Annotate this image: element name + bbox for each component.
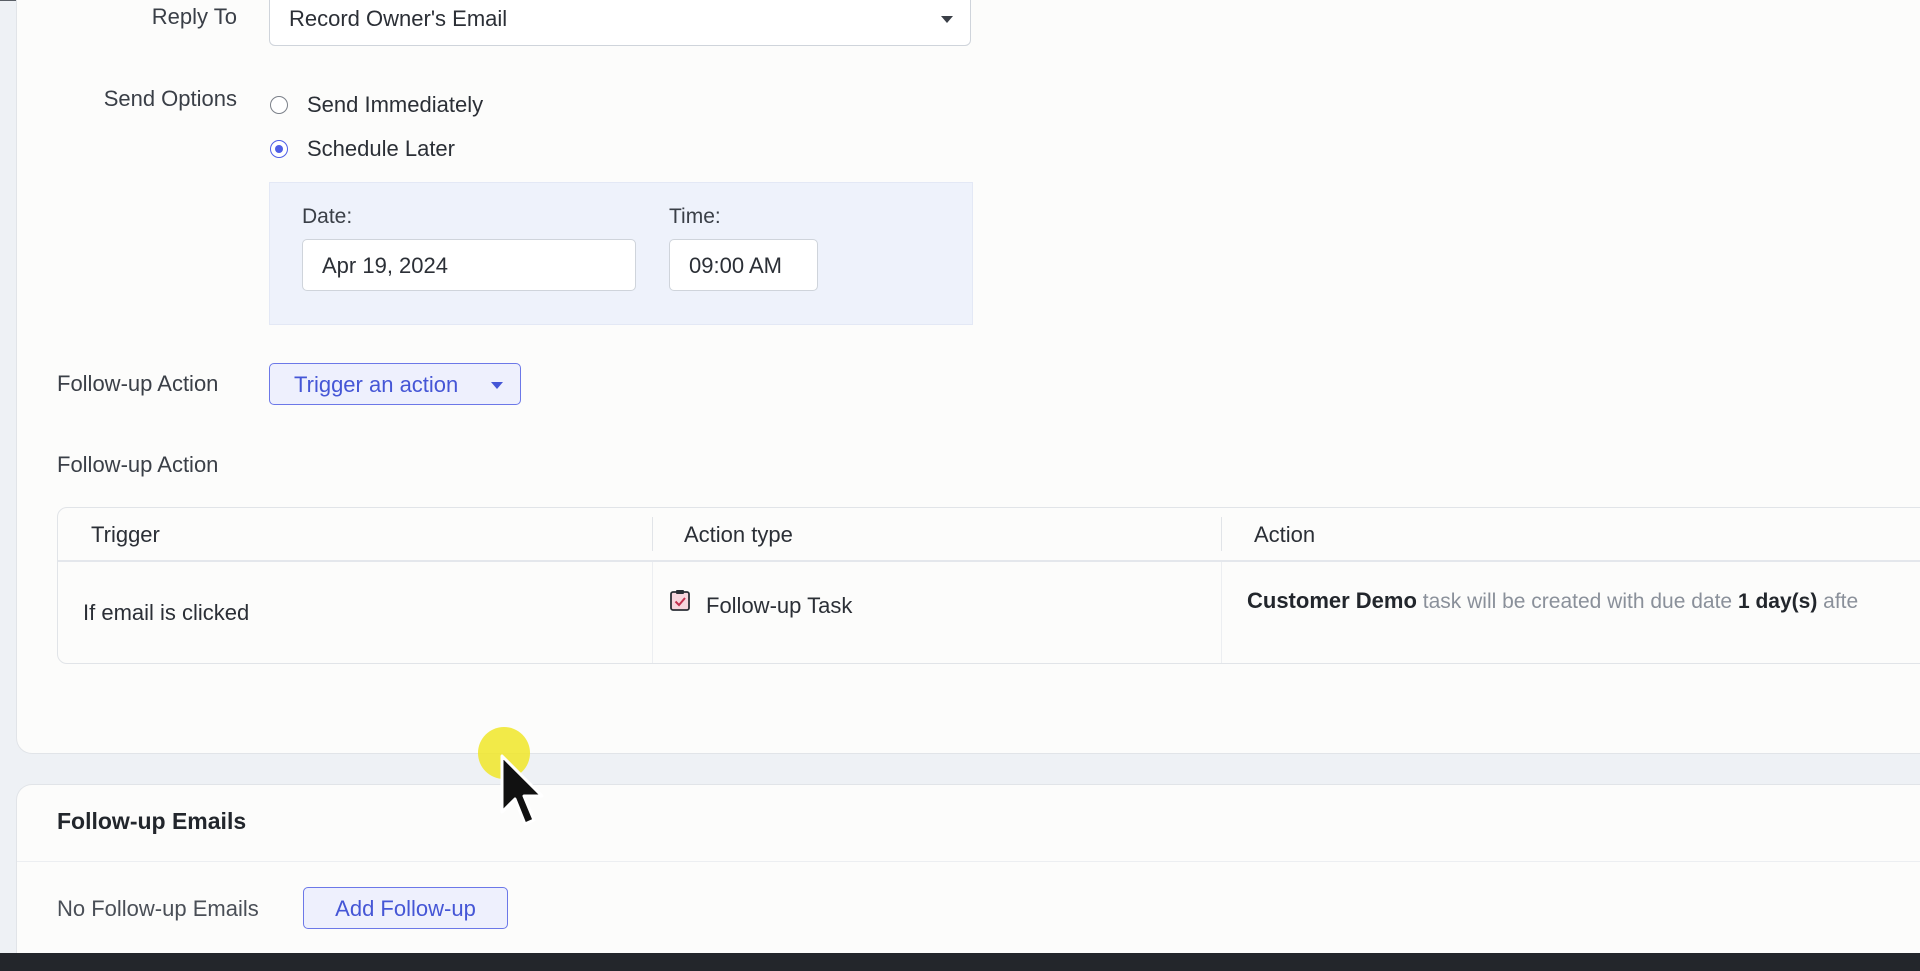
action-task-name: Customer Demo <box>1247 588 1417 613</box>
mouse-pointer-icon <box>500 754 548 828</box>
followup-emails-panel <box>16 784 1920 954</box>
column-header-action: Action <box>1254 522 1316 547</box>
send-immediately-radio[interactable] <box>270 96 288 114</box>
date-value: Apr 19, 2024 <box>322 253 448 278</box>
table-header-divider <box>58 560 1920 562</box>
chevron-down-icon <box>941 16 953 23</box>
trigger-action-dropdown[interactable]: Trigger an action <box>269 363 521 405</box>
add-followup-label: Add Follow-up <box>335 896 476 921</box>
time-label: Time: <box>669 205 721 228</box>
reply-to-select[interactable]: Record Owner's Email <box>269 0 971 46</box>
followup-action-section-label: Follow-up Action <box>57 452 219 477</box>
bottom-bar <box>0 953 1920 971</box>
column-divider <box>1221 562 1222 663</box>
action-description-text: task will be created with due date <box>1422 590 1733 613</box>
section-divider <box>17 861 1920 862</box>
send-immediately-label[interactable]: Send Immediately <box>307 92 483 118</box>
column-divider <box>652 562 653 663</box>
followup-emails-title: Follow-up Emails <box>57 808 247 834</box>
reply-to-value: Record Owner's Email <box>289 6 508 31</box>
followup-action-table <box>57 507 1920 664</box>
action-due-value: 1 day(s) <box>1737 590 1818 613</box>
column-header-trigger: Trigger <box>91 522 160 547</box>
task-checklist-icon <box>670 589 690 611</box>
column-divider <box>1221 517 1222 551</box>
send-options-label: Send Options <box>103 86 237 111</box>
time-input[interactable]: 09:00 AM <box>669 239 818 291</box>
schedule-later-label[interactable]: Schedule Later <box>307 136 455 162</box>
action-type-cell: Follow-up Task <box>706 593 853 618</box>
trigger-cell: If email is clicked <box>83 600 250 625</box>
no-followup-emails-text: No Follow-up Emails <box>57 896 259 921</box>
schedule-later-radio[interactable] <box>270 140 288 158</box>
date-input[interactable]: Apr 19, 2024 <box>302 239 636 291</box>
trigger-action-label: Trigger an action <box>294 372 459 397</box>
date-label: Date: <box>302 205 353 228</box>
chevron-down-icon <box>491 382 503 389</box>
action-description-tail: afte <box>1823 590 1859 613</box>
followup-action-label: Follow-up Action <box>57 371 219 396</box>
reply-to-label: Reply To <box>151 4 237 29</box>
action-description: Customer Demo task will be created with … <box>1247 588 1858 614</box>
add-followup-button[interactable]: Add Follow-up <box>303 887 508 929</box>
time-value: 09:00 AM <box>689 253 782 278</box>
column-divider <box>652 517 653 551</box>
column-header-action-type: Action type <box>684 522 793 547</box>
